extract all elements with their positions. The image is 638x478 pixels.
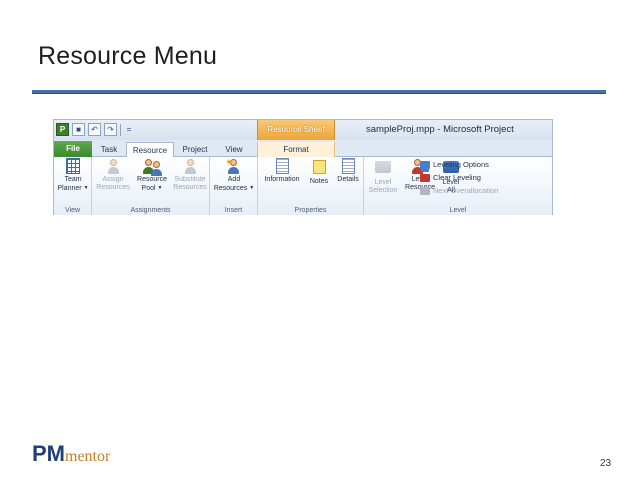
project-app-icon[interactable]: P xyxy=(56,123,69,136)
qat-separator xyxy=(120,123,121,136)
group-insert: ✦ Add Resources ▼ Insert xyxy=(210,157,258,215)
star-icon: ✦ xyxy=(225,157,233,167)
level-selection-label-2: Selection xyxy=(368,187,398,194)
notes-icon xyxy=(310,160,328,178)
add-resources-button[interactable]: ✦ Add Resources ▼ xyxy=(213,158,255,193)
add-resources-icon: ✦ xyxy=(225,158,243,176)
leveling-options-label: Leveling Options xyxy=(433,160,489,169)
team-planner-icon xyxy=(64,158,82,176)
information-button[interactable]: Information xyxy=(260,158,304,184)
group-label-insert: Insert xyxy=(224,207,243,214)
add-label-2: Resources xyxy=(213,185,248,192)
group-label-view: View xyxy=(64,207,81,214)
logo-pm-text: PM xyxy=(32,441,65,466)
tab-project[interactable]: Project xyxy=(176,142,214,157)
level-selection-button[interactable]: Level Selection xyxy=(366,158,400,195)
team-planner-button[interactable]: Team Planner ▼ xyxy=(56,158,90,193)
undo-icon[interactable]: ↶ xyxy=(88,123,101,136)
dropdown-arrow-icon: ▼ xyxy=(157,185,163,191)
next-overallocation-label: Next Overallocation xyxy=(433,186,499,195)
tab-file[interactable]: File xyxy=(54,141,92,157)
tab-format[interactable]: Format xyxy=(257,142,335,157)
dropdown-arrow-icon: ▼ xyxy=(249,185,255,191)
group-label-assignments: Assignments xyxy=(130,207,171,214)
page-number: 23 xyxy=(600,458,612,469)
assign-resources-button[interactable]: Assign Resources xyxy=(94,158,132,192)
ribbon-panel: Team Planner ▼ View Assign Resources Res… xyxy=(54,157,552,215)
next-overallocation-button[interactable]: Next Overallocation xyxy=(420,185,498,196)
title-divider xyxy=(32,90,606,94)
resource-pool-label-2: Pool xyxy=(141,185,156,192)
clear-leveling-label: Clear Leveling xyxy=(433,173,481,182)
dropdown-arrow-icon: ▼ xyxy=(83,185,89,191)
resource-pool-icon xyxy=(143,158,162,176)
save-icon[interactable]: ■ xyxy=(72,123,85,136)
next-overallocation-icon xyxy=(420,186,430,195)
assign-resources-icon xyxy=(104,158,122,176)
substitute-label: Substitute xyxy=(174,176,206,183)
clear-leveling-button[interactable]: Clear Leveling xyxy=(420,172,481,183)
substitute-resources-button[interactable]: Substitute Resources xyxy=(172,158,208,192)
window-title: sampleProj.mpp - Microsoft Project xyxy=(366,124,514,135)
assign-label-2: Resources xyxy=(96,184,130,191)
level-selection-label: Level xyxy=(374,179,392,186)
group-label-level: Level xyxy=(449,207,467,214)
details-label: Details xyxy=(337,176,359,183)
quick-access-toolbar: P ■ ↶ ↷ = xyxy=(56,123,134,136)
leveling-options-icon xyxy=(420,160,430,169)
group-properties: Information Notes Details Properties xyxy=(258,157,364,215)
details-icon xyxy=(339,158,357,176)
assign-label: Assign xyxy=(102,176,124,183)
logo-mentor-text: mentor xyxy=(65,448,111,465)
contextual-tab-header: Resource Sheet Tools xyxy=(257,120,335,154)
leveling-options-button[interactable]: Leveling Options xyxy=(420,159,489,170)
resource-pool-button[interactable]: Resource Pool ▼ xyxy=(134,158,170,193)
slide-title: Resource Menu xyxy=(38,42,218,70)
notes-button[interactable]: Notes xyxy=(306,158,332,186)
tab-task[interactable]: Task xyxy=(94,142,124,157)
tab-resource[interactable]: Resource xyxy=(126,142,174,158)
window-titlebar: P ■ ↶ ↷ = Resource Sheet Tools samplePro… xyxy=(54,120,552,154)
group-assignments: Assign Resources Resource Pool ▼ Substit… xyxy=(92,157,210,215)
customize-qat-icon[interactable]: = xyxy=(124,125,134,134)
information-label: Information xyxy=(264,176,300,183)
pmmentor-logo: PMmentor xyxy=(32,441,110,467)
group-view: Team Planner ▼ View xyxy=(54,157,92,215)
ribbon-screenshot: P ■ ↶ ↷ = Resource Sheet Tools samplePro… xyxy=(53,119,553,215)
substitute-resources-icon xyxy=(181,158,199,176)
details-button[interactable]: Details xyxy=(334,158,362,184)
tab-view[interactable]: View xyxy=(216,142,252,157)
notes-label: Notes xyxy=(309,178,329,185)
clear-leveling-icon xyxy=(420,173,430,182)
level-selection-icon xyxy=(374,161,392,179)
substitute-label-2: Resources xyxy=(173,184,207,191)
ribbon-tab-row: File Task Resource Project View Format xyxy=(54,140,552,158)
information-icon xyxy=(273,158,291,176)
team-planner-label: Team xyxy=(64,176,82,183)
add-label: Add xyxy=(227,176,241,183)
group-label-properties: Properties xyxy=(294,207,327,214)
redo-icon[interactable]: ↷ xyxy=(104,123,117,136)
team-planner-label-2: Planner xyxy=(57,185,82,192)
resource-pool-label: Resource xyxy=(137,176,167,183)
